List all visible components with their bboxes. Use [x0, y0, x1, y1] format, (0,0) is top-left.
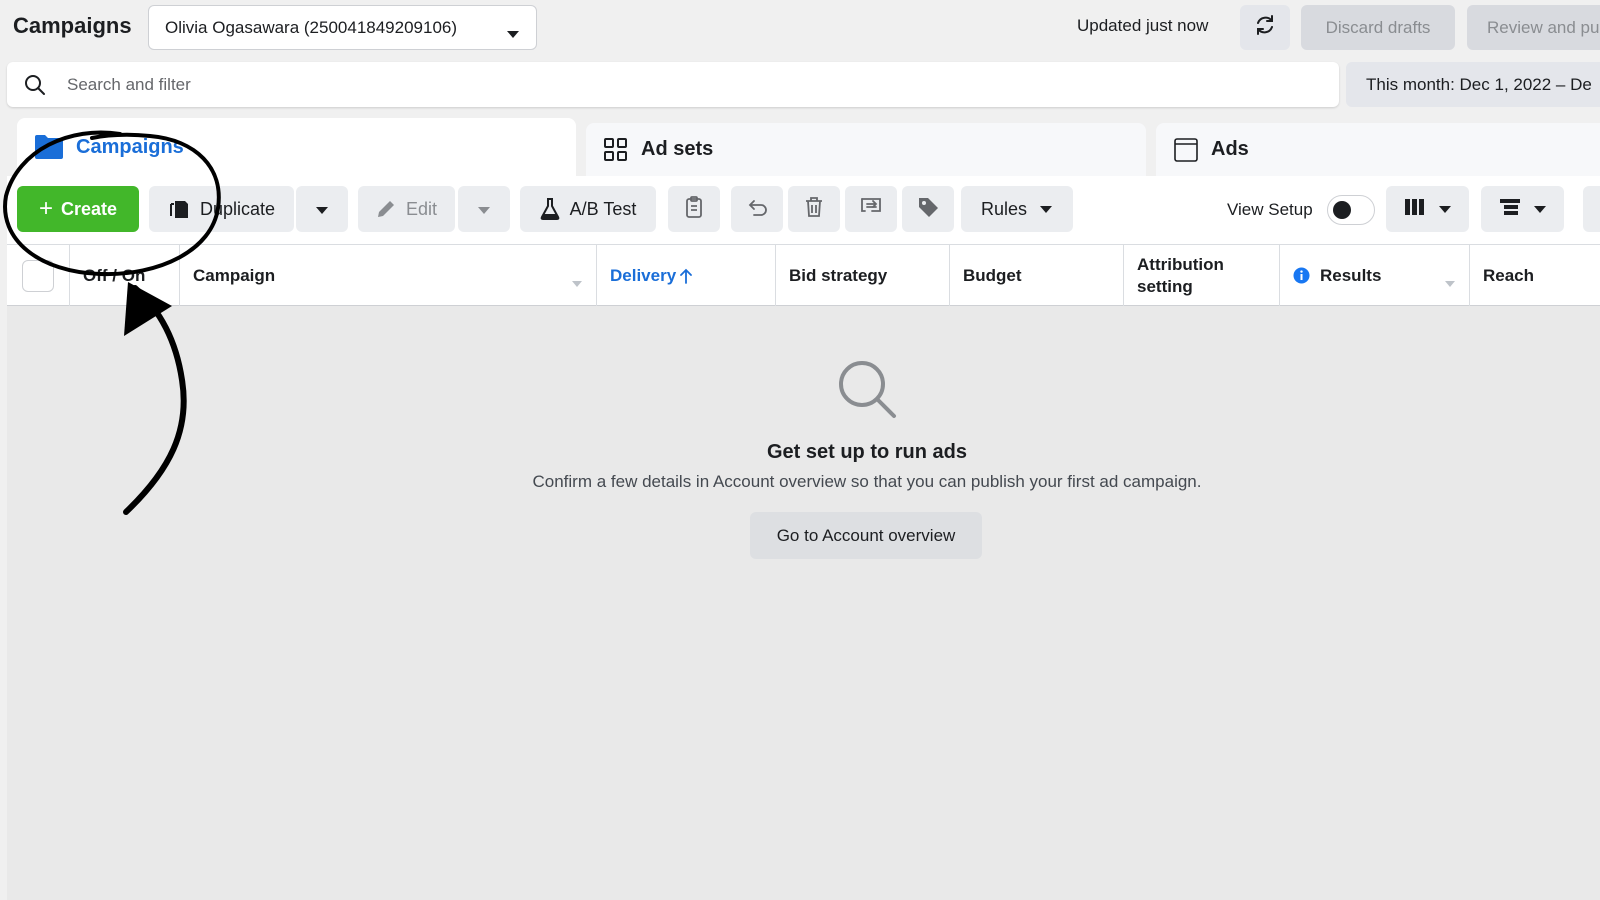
column-reach[interactable]: Reach: [1470, 245, 1600, 306]
account-name: Olivia Ogasawara (250041849209106): [165, 17, 458, 37]
refresh-icon: [1254, 14, 1276, 41]
column-label: Campaign: [193, 265, 276, 285]
compare-button[interactable]: [845, 186, 897, 232]
info-icon[interactable]: [1293, 267, 1310, 284]
view-setup-toggle[interactable]: [1327, 195, 1375, 225]
duplicate-button[interactable]: Duplicate: [149, 186, 294, 232]
rules-button[interactable]: Rules: [961, 186, 1073, 232]
caret-down-icon: [477, 199, 491, 220]
sort-caret-icon: [1445, 272, 1455, 292]
search-input[interactable]: [67, 62, 1307, 107]
column-label: Results: [1320, 265, 1382, 285]
column-budget[interactable]: Budget: [950, 245, 1124, 306]
tab-label: Ads: [1211, 138, 1249, 160]
rules-label: Rules: [980, 198, 1028, 219]
delete-button[interactable]: [788, 186, 840, 232]
plus-icon: +: [38, 195, 53, 222]
refresh-button[interactable]: [1240, 5, 1290, 50]
tag-icon: [917, 196, 939, 223]
flask-icon: [540, 198, 560, 220]
update-status: Updated just now: [1077, 16, 1209, 35]
caret-down-icon: [315, 199, 329, 220]
ad-window-icon: [1173, 137, 1199, 163]
tab-ad-sets[interactable]: Ad sets: [586, 123, 1146, 176]
toolbar: + Create Duplicate Edit A/B Test Rules V…: [7, 176, 1600, 244]
column-bid-strategy[interactable]: Bid strategy: [776, 245, 950, 306]
sort-caret-icon: [572, 272, 582, 292]
column-attribution-setting[interactable]: Attribution setting: [1124, 245, 1280, 306]
create-button[interactable]: + Create: [17, 186, 139, 232]
edit-label: Edit: [405, 198, 438, 219]
page-title: Campaigns: [13, 13, 132, 38]
grid-icon: [603, 137, 629, 163]
caret-down-icon: [1039, 205, 1053, 214]
create-label: Create: [60, 198, 118, 219]
sort-ascending-icon: [680, 268, 693, 284]
search-icon: [24, 74, 46, 101]
review-publish-button[interactable]: Review and pu: [1467, 5, 1600, 50]
duplicate-icon: [168, 198, 190, 220]
folder-icon: [34, 134, 64, 160]
empty-state-title: Get set up to run ads: [766, 441, 968, 463]
table-header: Off / On Campaign Delivery Bid strategy …: [7, 244, 1600, 306]
duplicate-label: Duplicate: [199, 198, 276, 219]
date-range-picker[interactable]: This month: Dec 1, 2022 – De: [1346, 62, 1600, 107]
caret-down-icon: [1438, 205, 1452, 214]
empty-state-description: Confirm a few details in Account overvie…: [532, 472, 1202, 491]
top-bar: Campaigns Olivia Ogasawara (250041849209…: [0, 0, 1600, 56]
duplicate-options-button[interactable]: [296, 186, 348, 232]
column-delivery[interactable]: Delivery: [597, 245, 776, 306]
select-all-checkbox[interactable]: [22, 259, 54, 292]
breakdown-icon: [1499, 198, 1521, 221]
ab-test-button[interactable]: A/B Test: [520, 186, 656, 232]
pencil-icon: [376, 199, 396, 219]
clipboard-icon: [685, 195, 703, 223]
tab-label: Ad sets: [641, 138, 714, 160]
undo-button[interactable]: [731, 186, 783, 232]
columns-icon: [1404, 198, 1426, 221]
clipboard-button[interactable]: [668, 186, 720, 232]
edit-options-button[interactable]: [458, 186, 510, 232]
tab-campaigns[interactable]: Campaigns: [17, 118, 576, 176]
tab-ads[interactable]: Ads: [1156, 123, 1600, 176]
undo-icon: [746, 197, 768, 222]
breakdown-button[interactable]: [1481, 186, 1564, 232]
search-bar[interactable]: [7, 62, 1339, 107]
column-label: Delivery: [610, 265, 677, 285]
column-results[interactable]: Results: [1280, 245, 1470, 306]
view-setup-label: View Setup: [1227, 200, 1313, 219]
more-toolbar-button[interactable]: [1583, 186, 1600, 232]
tab-label: Campaigns: [76, 135, 184, 158]
edit-button[interactable]: Edit: [358, 186, 455, 232]
columns-button[interactable]: [1386, 186, 1469, 232]
caret-down-icon: [1533, 205, 1547, 214]
column-campaign[interactable]: Campaign: [180, 245, 597, 306]
search-icon: [836, 358, 900, 427]
chevron-down-icon: [506, 24, 520, 44]
swap-icon: [859, 196, 883, 223]
discard-drafts-button[interactable]: Discard drafts: [1301, 5, 1455, 50]
ab-test-label: A/B Test: [569, 198, 637, 219]
account-overview-button[interactable]: Go to Account overview: [750, 512, 982, 559]
account-selector[interactable]: Olivia Ogasawara (250041849209106): [148, 5, 537, 50]
toggle-knob: [1333, 201, 1351, 219]
empty-state: Get set up to run ads Confirm a few deta…: [7, 306, 1600, 900]
select-all-cell: [7, 245, 70, 306]
tag-button[interactable]: [902, 186, 954, 232]
trash-icon: [804, 196, 824, 223]
column-off-on[interactable]: Off / On: [70, 245, 180, 306]
